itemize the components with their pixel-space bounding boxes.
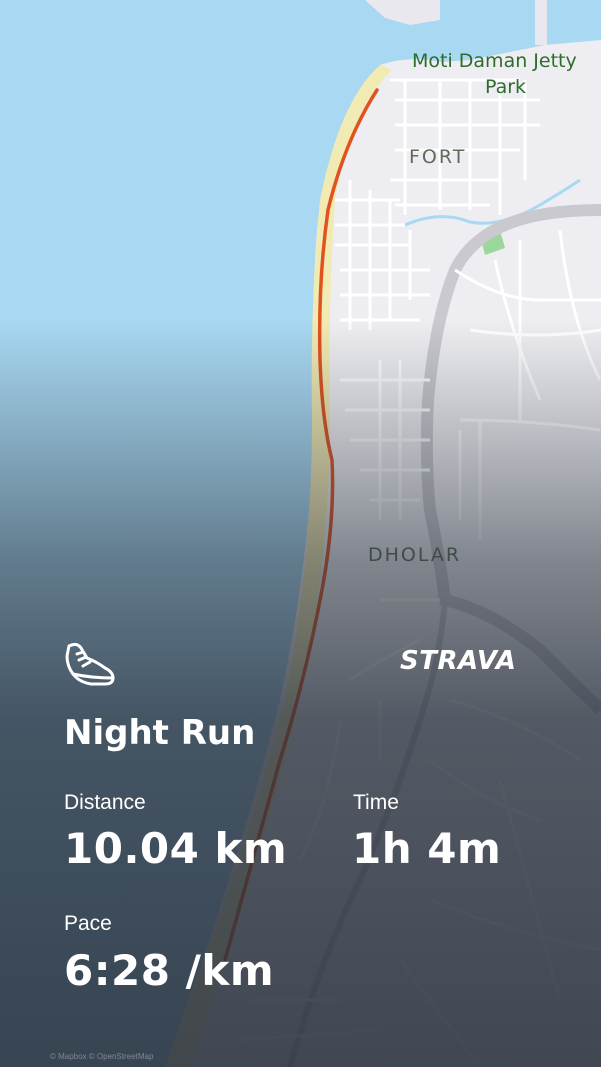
time-label: Time (353, 791, 399, 814)
map-attribution[interactable]: © Mapbox © OpenStreetMap (50, 1052, 153, 1061)
activity-title: Night Run (64, 713, 256, 753)
time-value: 1h 4m (352, 824, 502, 873)
strava-wordmark: STRAVA (400, 646, 517, 676)
poi-label-jetty-park[interactable]: Moti Daman Jetty Park (412, 48, 577, 100)
running-shoe-icon (65, 642, 115, 686)
distance-label: Distance (64, 791, 146, 814)
jetty (535, 0, 547, 45)
pace-label: Pace (64, 912, 112, 935)
pace-value: 6:28 /km (64, 946, 275, 995)
map-background[interactable] (0, 0, 601, 1067)
poi-line-2: Park (485, 76, 527, 98)
poi-line-1: Moti Daman Jetty (412, 50, 577, 72)
map-label-fort: FORT (409, 146, 467, 168)
map-label-dholar: DHOLAR (368, 544, 462, 566)
strava-logo: STRAVA (400, 646, 516, 676)
distance-value: 10.04 km (64, 824, 288, 873)
